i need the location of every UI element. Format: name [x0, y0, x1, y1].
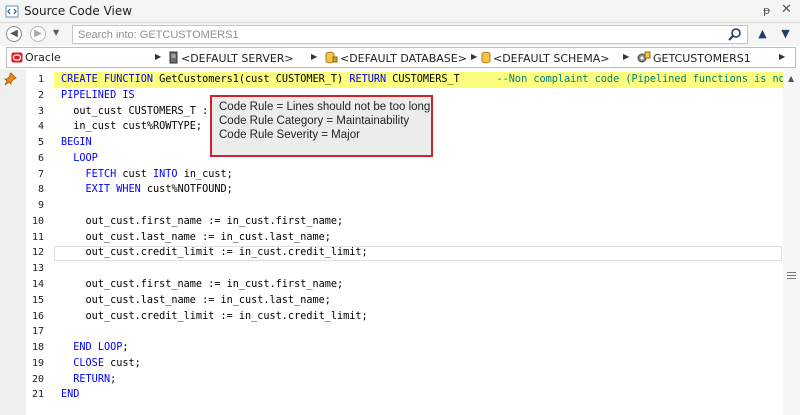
code-line[interactable]: 8 EXIT WHEN cust%NOTFOUND; [0, 182, 785, 198]
forward-button[interactable]: ▶ [30, 26, 46, 42]
database-icon [325, 51, 338, 64]
vertical-scrollbar[interactable]: ▲ [783, 69, 800, 415]
code-text: out_cust.credit_limit := in_cust.credit_… [61, 310, 368, 322]
code-text: in_cust cust%ROWTYPE; [61, 121, 203, 133]
oracle-icon [11, 52, 23, 63]
code-text: EXIT WHEN cust%NOTFOUND; [85, 184, 233, 196]
pin-icon[interactable]: ᵽ [763, 4, 770, 17]
code-text: out_cust.last_name := in_cust.last_name; [61, 294, 331, 306]
search-toolbar: ◀ ▶ ▼ ▲ ▼ [0, 23, 800, 46]
line-number: 20 [31, 373, 44, 385]
back-button[interactable]: ◀ [6, 26, 22, 42]
line-number: 18 [31, 342, 44, 354]
code-line[interactable]: 15 out_cust.last_name := in_cust.last_na… [0, 293, 785, 309]
line-number: 16 [31, 310, 44, 322]
code-text: FETCH cust INTO in_cust; [85, 168, 233, 180]
code-line[interactable]: 16 out_cust.credit_limit := in_cust.cred… [0, 309, 785, 325]
line-number: 11 [31, 231, 44, 243]
code-line[interactable]: 7 FETCH cust INTO in_cust; [0, 167, 785, 183]
line-number: 9 [37, 200, 44, 212]
breadcrumb-separator: ▶ [311, 52, 318, 61]
search-input[interactable] [72, 25, 748, 44]
line-number: 4 [37, 121, 44, 133]
code-line[interactable]: 1 CREATE FUNCTION GetCustomers1(cust CUST… [0, 72, 785, 88]
window-title: Source Code View [24, 4, 133, 18]
line-number: 5 [37, 137, 44, 149]
schema-icon [481, 51, 491, 64]
line-number: 13 [31, 263, 44, 275]
breadcrumb-item-oracle[interactable]: Oracle [11, 51, 61, 64]
source-code-icon [5, 5, 19, 18]
code-line[interactable]: 21 END [0, 387, 785, 403]
history-dropdown-icon[interactable]: ▼ [53, 28, 59, 37]
line-number: 7 [37, 168, 44, 180]
breadcrumb-item-server[interactable]: <DEFAULT SERVER> [169, 51, 294, 65]
breadcrumb-item-database[interactable]: <DEFAULT DATABASE> [325, 51, 467, 65]
line-number: 14 [31, 279, 44, 290]
line-number: 15 [31, 294, 44, 306]
function-icon [637, 51, 651, 63]
code-line[interactable]: 20 RETURN; [0, 372, 785, 388]
breadcrumb-item-function[interactable]: GETCUSTOMERS1 [637, 51, 751, 65]
server-icon [169, 51, 178, 64]
line-number: 6 [37, 152, 44, 164]
find-previous-button[interactable]: ▲ [752, 25, 773, 44]
code-text: LOOP [73, 152, 98, 164]
line-number: 17 [31, 326, 44, 338]
line-number: 3 [37, 105, 44, 117]
code-line[interactable]: 14 out_cust.first_name := in_cust.first_… [0, 277, 785, 293]
code-line[interactable]: 18 END LOOP; [0, 340, 785, 356]
code-line[interactable]: 17 [0, 324, 785, 340]
breadcrumb-overflow-arrow[interactable]: ▶ [779, 52, 785, 61]
breadcrumb-separator: ▶ [471, 52, 478, 61]
code-text: END [61, 389, 80, 401]
code-line[interactable]: 10 out_cust.first_name := in_cust.first_… [0, 214, 785, 230]
code-text: out_cust.last_name := in_cust.last_name; [61, 231, 331, 243]
code-text: CREATE FUNCTION GetCustomers1(cust CUSTO… [61, 74, 783, 85]
code-text: out_cust CUSTOMERS_T : [61, 105, 209, 117]
code-text: CLOSE cust; [73, 357, 141, 369]
search-icon[interactable] [727, 27, 742, 42]
find-next-button[interactable]: ▼ [775, 25, 796, 44]
code-line[interactable]: 19 CLOSE cust; [0, 356, 785, 372]
code-line[interactable]: 11 out_cust.last_name := in_cust.last_na… [0, 230, 785, 246]
line-number: 10 [31, 215, 44, 227]
breadcrumb: Oracle ▶ <DEFAULT SERVER> ▶ <DEFAULT DAT… [6, 47, 796, 68]
line-number: 8 [37, 184, 44, 196]
close-icon[interactable]: ✕ [781, 2, 792, 17]
breadcrumb-separator: ▶ [155, 52, 162, 61]
scroll-up-arrow[interactable]: ▲ [788, 74, 794, 83]
line-number: 12 [31, 247, 44, 259]
code-text: PIPELINED IS [61, 89, 135, 101]
tooltip-category: Code Rule Category = Maintainability [219, 115, 410, 127]
title-bar: Source Code View ᵽ ✕ [0, 0, 800, 23]
code-text: out_cust.first_name := in_cust.first_nam… [61, 215, 344, 227]
breadcrumb-separator: ▶ [623, 52, 630, 61]
tooltip-severity: Code Rule Severity = Major [219, 129, 360, 141]
code-text: BEGIN [61, 137, 92, 149]
code-line[interactable]: 9 [0, 198, 785, 214]
line-number: 2 [37, 89, 44, 101]
line-number: 21 [31, 389, 44, 401]
breadcrumb-item-schema[interactable]: <DEFAULT SCHEMA> [481, 51, 609, 65]
code-line[interactable]: 12 out_cust.credit_limit := in_cust.cred… [0, 245, 785, 261]
scroll-grip[interactable] [787, 272, 796, 279]
line-number: 1 [37, 74, 44, 85]
code-text: out_cust.first_name := in_cust.first_nam… [61, 279, 344, 290]
line-number: 19 [31, 357, 44, 369]
code-text: END LOOP; [73, 342, 129, 354]
tooltip-rule: Code Rule = Lines should not be too long [219, 101, 431, 113]
code-line[interactable]: 13 [0, 261, 785, 277]
code-text: out_cust.credit_limit := in_cust.credit_… [61, 247, 368, 259]
code-text: RETURN; [73, 373, 117, 385]
code-rule-tooltip: Code Rule = Lines should not be too long… [210, 95, 433, 157]
